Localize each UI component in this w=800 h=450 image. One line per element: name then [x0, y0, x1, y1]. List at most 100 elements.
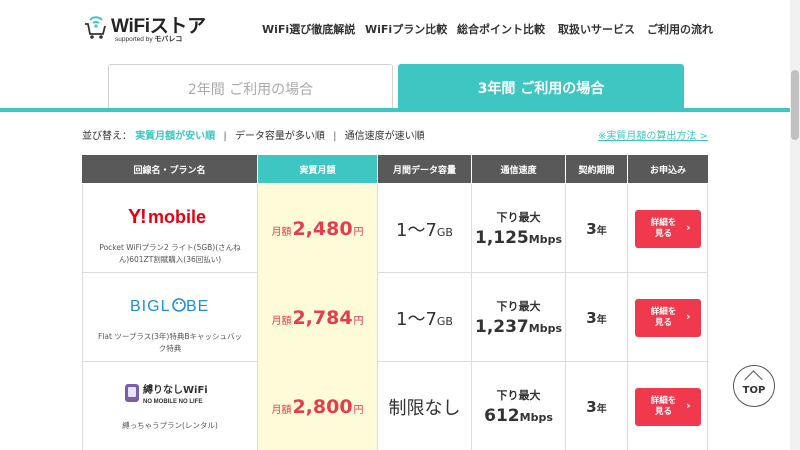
price-value: 2,480: [292, 217, 353, 240]
chevron-right-icon: ›: [685, 398, 691, 412]
nav-services[interactable]: 取扱いサービス: [558, 21, 635, 37]
svg-text:BE: BE: [186, 298, 209, 315]
sort-by-price[interactable]: 実質月額が安い順: [135, 131, 215, 142]
price-value: 2,784: [292, 306, 353, 329]
nav-wifi-guide[interactable]: WiFi選び徹底解説: [262, 21, 355, 37]
price-prefix: 月額: [271, 404, 292, 416]
term-unit: 年: [596, 403, 607, 415]
table-row: 縛りなしWiFi NO MOBILE NO LIFE 縛っちゃうプラン(レンタル…: [82, 362, 708, 450]
chevron-right-icon: ›: [685, 220, 691, 234]
biglobe-logo-icon: BIGL BE: [130, 298, 209, 315]
details-button-label: 詳細を見る: [650, 306, 677, 328]
svg-text:mobile: mobile: [148, 207, 206, 227]
term-value: 3: [586, 397, 597, 416]
brand-name: 縛りなしWiFi: [143, 383, 208, 396]
apply-cell: 詳細を見る ›: [628, 273, 708, 362]
speed-unit: Mbps: [519, 410, 553, 424]
calc-method-link[interactable]: ※実質月額の算出方法 >: [598, 127, 708, 142]
price-prefix: 月額: [271, 226, 292, 238]
ymobile-logo-icon: Y ! mobile: [128, 206, 206, 227]
speed-value: 1,237Mbps: [475, 317, 562, 339]
plan-name: Pocket WiFiプラン2 ライト(5GB)(さんねん)601ZT割賦購入(…: [99, 243, 241, 264]
plan-cell: 縛りなしWiFi NO MOBILE NO LIFE 縛っちゃうプラン(レンタル…: [82, 362, 258, 450]
speed-cell: 下り最大 612Mbps: [472, 362, 566, 450]
brand-tagline: NO MOBILE NO LIFE: [143, 399, 202, 405]
data-value: 1〜7: [396, 308, 437, 330]
header-speed: 通信速度: [472, 155, 566, 183]
speed-cell: 下り最大 1,125Mbps: [472, 184, 566, 273]
speed-unit: Mbps: [528, 232, 563, 246]
details-button-label: 詳細を見る: [650, 217, 677, 239]
sort-separator: |: [223, 131, 227, 142]
contract-term: 3年: [586, 398, 606, 416]
chevron-right-icon: ›: [685, 309, 691, 323]
data-value: 1〜7: [396, 219, 437, 241]
logo-sub-prefix: supported by: [115, 36, 153, 43]
nav-flow[interactable]: ご利用の流れ: [647, 21, 713, 37]
data-capacity: 1〜7GB: [396, 216, 453, 242]
shibarinashi-logo-icon: 縛りなしWiFi NO MOBILE NO LIFE: [125, 383, 208, 405]
price-prefix: 月額: [271, 315, 292, 327]
monthly-price: 月額2,800円: [271, 396, 363, 418]
header-plan: 回線名・プラン名: [82, 155, 258, 183]
term-unit: 年: [596, 225, 607, 237]
tab-underline: [0, 108, 790, 112]
term-value: 3: [586, 219, 597, 238]
data-unit: GB: [436, 314, 453, 328]
svg-text:BIGL: BIGL: [130, 298, 170, 315]
details-button-label: 詳細を見る: [650, 395, 677, 417]
contract-term: 3年: [586, 220, 606, 238]
tab-three-year[interactable]: 3年間 ご利用の場合: [398, 64, 684, 112]
price-cell: 月額2,800円: [258, 362, 378, 450]
speed-info: 下り最大 1,125Mbps: [475, 208, 562, 250]
speed-value: 1,125Mbps: [475, 228, 562, 250]
speed-label: 下り最大: [496, 299, 541, 313]
details-button[interactable]: 詳細を見る ›: [634, 209, 701, 248]
logo-sub-brand: モバレコ: [154, 36, 183, 43]
price-unit: 円: [353, 226, 364, 238]
brand-logo-biglobe: BIGL BE: [130, 285, 210, 325]
main-nav: WiFi選び徹底解説 WiFiプラン比較 総合ポイント比較 取扱いサービス ご利…: [0, 21, 790, 37]
data-capacity: 制限なし: [389, 394, 461, 420]
apply-cell: 詳細を見る ›: [628, 184, 708, 273]
header-term: 契約期間: [566, 155, 628, 183]
price-cell: 月額2,480円: [258, 184, 378, 273]
nav-plan-compare[interactable]: WiFiプラン比較: [365, 21, 447, 37]
speed-label: 下り最大: [496, 388, 541, 402]
nav-point-compare[interactable]: 総合ポイント比較: [457, 21, 545, 37]
speed-value: 612Mbps: [484, 406, 553, 428]
table-row: Y ! mobile Pocket WiFiプラン2 ライト(5GB)(さんねん…: [82, 184, 708, 273]
data-cell: 1〜7GB: [378, 273, 472, 362]
plan-name: 縛っちゃうプラン(レンタル): [122, 421, 218, 430]
back-to-top-label: TOP: [742, 385, 766, 396]
data-capacity: 1〜7GB: [396, 305, 453, 331]
header-price: 実質月額: [258, 155, 378, 183]
back-to-top-button[interactable]: TOP: [733, 365, 775, 407]
brand-logo-ymobile: Y ! mobile: [128, 196, 212, 236]
plan-name: Flat ツープラス(3年)特典Bキャッシュバック特典: [98, 332, 242, 353]
data-value: 制限なし: [388, 397, 461, 419]
term-cell: 3年: [566, 184, 628, 273]
site-header: WiFiストア supported by モバレコ WiFi選び徹底解説 WiF…: [0, 0, 790, 58]
scrollbar-thumb[interactable]: [791, 70, 799, 140]
price-value: 2,800: [292, 395, 353, 418]
speed-info: 下り最大 1,237Mbps: [475, 297, 562, 339]
details-button[interactable]: 詳細を見る ›: [634, 387, 701, 426]
sort-separator: |: [333, 131, 337, 142]
sort-by-speed[interactable]: 通信速度が速い順: [345, 131, 425, 142]
speed-cell: 下り最大 1,237Mbps: [472, 273, 566, 362]
page-scrollbar[interactable]: [790, 0, 800, 450]
tab-two-year[interactable]: 2年間 ご利用の場合: [108, 64, 393, 112]
header-apply: お申込み: [628, 155, 708, 183]
sort-by-data[interactable]: データ容量が多い順: [235, 131, 325, 142]
speed-label: 下り最大: [496, 210, 541, 224]
price-unit: 円: [353, 315, 364, 327]
header-data: 月間データ容量: [378, 155, 472, 183]
table-header: 回線名・プラン名 実質月額 月間データ容量 通信速度 契約期間 お申込み: [82, 155, 708, 183]
price-unit: 円: [353, 404, 364, 416]
svg-text:!: !: [140, 206, 147, 227]
brand-logo-shibarinashi: 縛りなしWiFi NO MOBILE NO LIFE: [125, 374, 215, 414]
term-unit: 年: [596, 314, 607, 326]
data-cell: 制限なし: [378, 362, 472, 450]
details-button[interactable]: 詳細を見る ›: [634, 298, 701, 337]
